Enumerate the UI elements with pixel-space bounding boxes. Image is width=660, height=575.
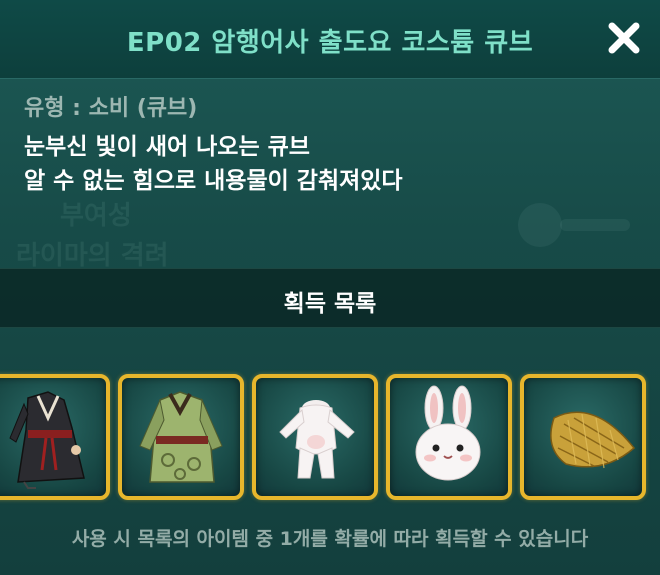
- reward-item-slot[interactable]: [0, 374, 110, 500]
- close-icon: [608, 22, 640, 54]
- reward-item-slot[interactable]: [118, 374, 244, 500]
- acquisition-notice: 사용 시 목록의 아이템 중 1개를 확률에 따라 획득할 수 있습니다: [71, 528, 589, 550]
- white-fur-bodysuit-icon: [279, 400, 355, 479]
- straw-bamboo-hat-icon: [550, 411, 636, 469]
- reward-item-slot[interactable]: [520, 374, 646, 500]
- black-hanbok-costume-icon: [9, 391, 85, 489]
- popup-header: EP02 암행어사 출도요 코스튬 큐브: [0, 0, 660, 79]
- reward-item-list: [0, 374, 660, 500]
- background-decoration: [518, 203, 630, 247]
- description-line: 눈부신 빛이 새어 나오는 큐브: [24, 134, 310, 160]
- background-ghost-text: 라이마의 격려: [16, 241, 169, 271]
- item-type-label: 유형 : 소비 (큐브): [24, 96, 198, 121]
- acquisition-list-title: 획득 목록: [283, 291, 377, 317]
- background-ghost-text: 부여성: [60, 201, 132, 231]
- close-button[interactable]: [604, 18, 644, 58]
- item-description: 눈부신 빛이 새어 나오는 큐브 알 수 없는 힘으로 내용물이 감춰져있다: [24, 130, 403, 198]
- reward-item-slot[interactable]: [386, 374, 512, 500]
- reward-item-slot[interactable]: [252, 374, 378, 500]
- white-rabbit-head-icon: [415, 385, 481, 481]
- acquisition-list-header: 획득 목록: [0, 268, 660, 328]
- description-line: 알 수 없는 힘으로 내용물이 감춰져있다: [24, 168, 403, 194]
- green-hanbok-robe-icon: [139, 391, 223, 483]
- popup-title: EP02 암행어사 출도요 코스튬 큐브: [126, 28, 534, 58]
- cube-info-popup: 부여성 라이마의 격려 EP02 암행어사 출도요 코스튬 큐브 유형 : 소비…: [0, 0, 660, 575]
